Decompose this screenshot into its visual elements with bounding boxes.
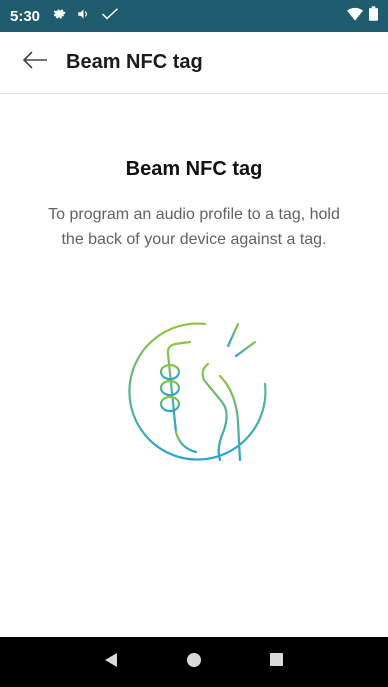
instruction-text: To program an audio profile to a tag, ho… [48,206,340,248]
volume-icon [76,7,91,26]
wifi-icon [347,7,363,26]
check-icon [101,7,119,26]
nav-recents-icon [269,652,284,672]
nav-home-button[interactable] [174,642,214,682]
status-icons [52,7,119,26]
status-time: 5:30 [10,7,41,25]
nav-home-icon [186,652,202,673]
app-bar: Beam NFC tag [0,32,388,94]
status-bar: 5:30 [0,0,388,32]
nav-recents-button[interactable] [257,642,297,682]
gear-icon [52,7,66,26]
page-title: Beam NFC tag [66,51,203,73]
nav-back-button[interactable] [91,642,131,682]
back-button[interactable] [18,49,52,77]
navigation-bar [0,637,388,687]
nav-back-icon [103,652,119,673]
back-arrow-icon [22,50,48,75]
battery-icon [369,6,378,26]
section-heading: Beam NFC tag [125,158,263,180]
nfc-hand-phone-icon [120,312,280,472]
status-right-icons [347,6,378,26]
